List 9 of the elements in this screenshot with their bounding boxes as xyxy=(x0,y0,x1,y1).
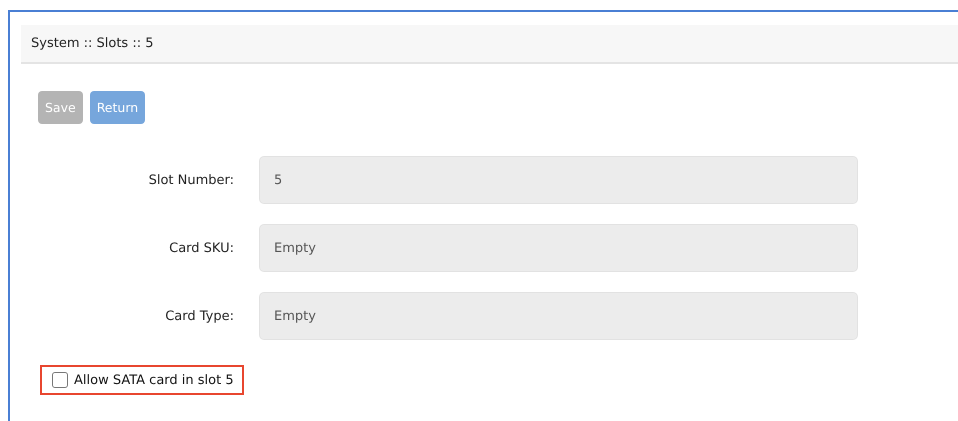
input-field[interactable]: Empty xyxy=(259,224,858,272)
checkbox-label[interactable]: Allow SATA card in slot 5 xyxy=(74,372,234,388)
input-field[interactable]: Empty xyxy=(259,292,858,340)
field-label: Slot Number: xyxy=(148,172,235,188)
field-label: Card Type: xyxy=(164,308,235,324)
page-title: System :: Slots :: 5 xyxy=(31,36,154,51)
input-field[interactable]: 5 xyxy=(259,156,858,204)
field-label: Card SKU: xyxy=(168,240,235,256)
checkbox[interactable] xyxy=(52,372,68,388)
